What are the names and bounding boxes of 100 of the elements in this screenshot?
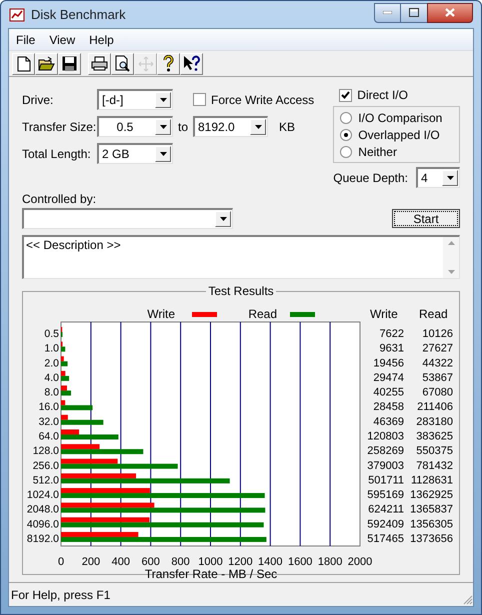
category-label: 128.0: [32, 445, 59, 458]
table-cell: 19456: [373, 357, 404, 370]
category-label: 1.0: [44, 342, 59, 355]
toolbar-button[interactable]: [12, 52, 35, 74]
axis-tick-label: 200: [82, 556, 100, 568]
description-text: << Description >>: [25, 237, 122, 253]
menu-item[interactable]: Help: [84, 30, 119, 48]
toolbar-button[interactable]: [58, 52, 81, 74]
write-bar: [61, 356, 64, 362]
toolbar-button[interactable]: [88, 52, 111, 74]
dropdown-arrow-icon: [160, 125, 166, 129]
checkbox-option[interactable]: Direct I/O: [339, 87, 460, 103]
combo-value: 2 GB: [101, 146, 130, 163]
table-cell: 1362925: [410, 489, 453, 502]
table-cell: 46369: [373, 416, 404, 428]
table-cell: 592409: [367, 518, 404, 530]
printer-icon: [91, 56, 108, 71]
blank-page-icon: [16, 56, 30, 72]
checkbox[interactable]: [193, 93, 206, 106]
column-header: Write: [370, 307, 398, 321]
table-cell: 53867: [422, 372, 453, 384]
category-label: 256.0: [32, 460, 59, 472]
write-bar: [61, 370, 66, 376]
menu-item[interactable]: File: [11, 30, 40, 48]
close-button[interactable]: [427, 2, 473, 22]
menu-item[interactable]: View: [44, 30, 80, 48]
table-cell: 7622: [380, 328, 404, 340]
queue-depth-label: Queue Depth:: [333, 170, 408, 186]
radio-button[interactable]: [340, 146, 352, 158]
test-results-title: Test Results: [207, 285, 275, 297]
axis-tick-label: 800: [171, 556, 190, 568]
drive-label: Drive:: [22, 92, 54, 108]
total-length-label: Total Length:: [22, 146, 92, 162]
table-cell: 624211: [368, 504, 404, 516]
radio-option[interactable]: I/O Comparison: [340, 110, 459, 126]
table-cell: 1128631: [410, 474, 453, 486]
checkmark-icon: [341, 91, 350, 99]
legend-label: Read: [248, 307, 277, 321]
description-field[interactable]: << Description >>: [22, 235, 460, 279]
toolbar-button[interactable]: [157, 52, 180, 74]
scrollbar[interactable]: [443, 237, 459, 278]
table-cell: 258269: [367, 445, 404, 458]
toolbar-button[interactable]: [35, 52, 58, 74]
checkbox[interactable]: [339, 88, 352, 102]
category-label: 8192.0: [26, 532, 59, 545]
table-cell: 120803: [367, 430, 404, 442]
axis-tick-label: 600: [142, 556, 160, 568]
minimize-button[interactable]: [374, 2, 401, 22]
controlled-by-label: Controlled by:: [22, 192, 96, 206]
maximize-button[interactable]: [401, 2, 427, 22]
category-label: 8.0: [44, 386, 59, 399]
table-cell: 1365837: [410, 504, 453, 516]
transfer-size-label: Transfer Size:: [22, 118, 97, 136]
axis-tick-label: 1000: [198, 556, 223, 568]
radio-button[interactable]: [340, 112, 352, 124]
controlled-by-dropdown[interactable]: [22, 208, 233, 229]
queue-depth-dropdown[interactable]: 4: [416, 167, 460, 188]
combo-value: [-d-]: [101, 92, 124, 109]
toolbar-button[interactable]: [111, 52, 134, 74]
category-label: 32.0: [38, 416, 59, 428]
category-label: 1024.0: [26, 489, 59, 502]
unit-label: KB: [279, 118, 296, 136]
axis-tick-label: 400: [112, 556, 130, 568]
write-bar: [61, 458, 118, 464]
table-cell: 67080: [422, 386, 453, 399]
total-length-dropdown[interactable]: 2 GB: [97, 143, 173, 164]
table-cell: 211406: [417, 401, 453, 414]
table-cell: 595169: [367, 489, 404, 502]
radio-option[interactable]: Overlapped I/O: [340, 126, 459, 142]
radio-button[interactable]: [340, 128, 352, 140]
table-cell: 379003: [367, 460, 404, 472]
read-bar: [61, 405, 93, 410]
combo-value: 0.5: [116, 119, 134, 136]
transfer-size-to-dropdown[interactable]: 8192.0: [193, 116, 268, 137]
to-label: to: [176, 118, 189, 136]
checkbox-option[interactable]: Force Write Access: [193, 92, 314, 108]
axis-tick-label: 1600: [288, 556, 312, 568]
table-cell: 781432: [416, 460, 453, 472]
read-bar: [61, 390, 72, 396]
radio-option[interactable]: Neither: [340, 144, 459, 160]
category-label: 16.0: [38, 401, 59, 414]
transfer-size-from-dropdown[interactable]: 0.5: [97, 116, 173, 137]
table-cell: 10126: [422, 328, 453, 340]
write-bar: [61, 400, 66, 406]
table-cell: 517465: [367, 532, 404, 545]
toolbar-button[interactable]: [180, 52, 203, 74]
category-label: 0.5: [44, 328, 59, 340]
category-label: 4.0: [44, 372, 59, 384]
table-cell: 1356305: [410, 518, 453, 530]
read-bar: [61, 346, 66, 352]
close-icon: [445, 8, 455, 17]
axis-tick-label: 0: [58, 556, 64, 568]
table-cell: 550375: [416, 445, 453, 458]
dropdown-arrow-icon: [254, 125, 262, 129]
category-label: 64.0: [38, 430, 59, 442]
start-button[interactable]: Start: [392, 209, 460, 228]
axis-tick-label: 2000: [348, 556, 372, 568]
drive-dropdown[interactable]: [-d-]: [97, 89, 173, 110]
write-bar: [61, 414, 68, 420]
axis-tick-label: 1200: [228, 556, 253, 568]
